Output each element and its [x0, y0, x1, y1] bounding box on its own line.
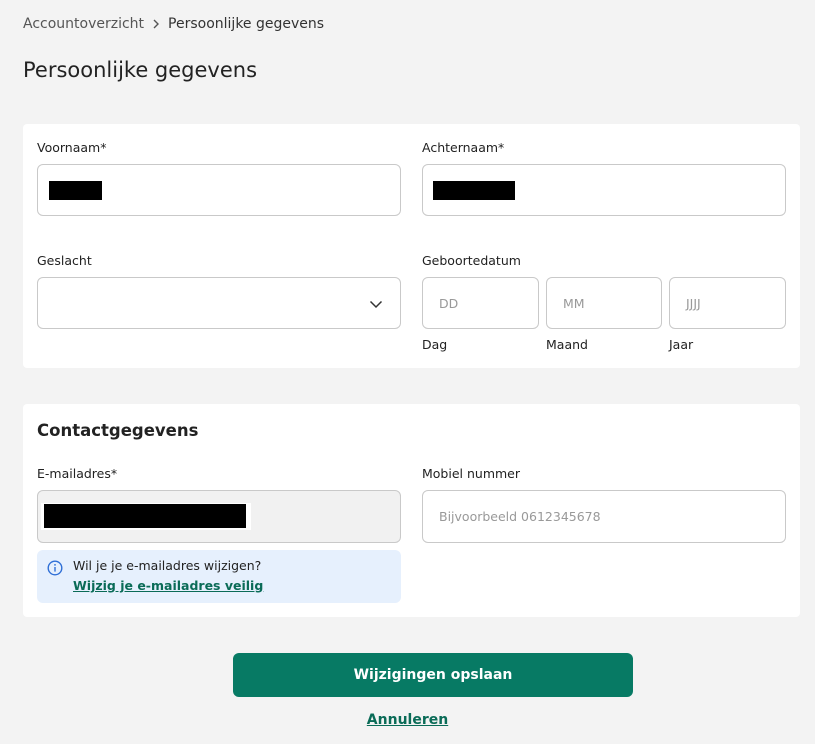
first-name-label: Voornaam* — [37, 140, 107, 155]
contact-section-title: Contactgegevens — [37, 421, 199, 440]
breadcrumb: Accountoverzicht Persoonlijke gegevens — [23, 14, 324, 34]
mobile-placeholder: Bijvoorbeeld 0612345678 — [439, 509, 601, 524]
chevron-right-icon — [146, 14, 166, 34]
birthdate-year-input[interactable]: JJJJ — [669, 277, 786, 329]
day-label: Dag — [422, 337, 448, 352]
first-name-input[interactable] — [37, 164, 401, 216]
birthdate-label: Geboortedatum — [422, 253, 521, 268]
email-change-info: Wil je je e-mailadres wijzigen? Wijzig j… — [37, 550, 401, 603]
cancel-link[interactable]: Annuleren — [0, 712, 815, 728]
personal-details-card: Voornaam* Achternaam* Geslacht Geboorted… — [23, 124, 800, 368]
redacted-last-name — [433, 181, 515, 200]
redacted-email — [44, 504, 246, 528]
chevron-down-icon — [369, 297, 383, 311]
gender-select[interactable] — [37, 277, 401, 329]
gender-label: Geslacht — [37, 253, 92, 268]
last-name-label: Achternaam* — [422, 140, 505, 155]
birthdate-day-input[interactable]: DD — [422, 277, 539, 329]
info-text: Wil je je e-mailadres wijzigen? — [73, 558, 262, 573]
breadcrumb-current: Persoonlijke gegevens — [168, 16, 325, 32]
breadcrumb-account-overview-link[interactable]: Accountoverzicht — [23, 16, 144, 32]
birthdate-month-input[interactable]: MM — [546, 277, 662, 329]
month-label: Maand — [546, 337, 588, 352]
day-placeholder: DD — [439, 295, 459, 311]
year-placeholder: JJJJ — [686, 295, 701, 311]
mobile-label: Mobiel nummer — [422, 466, 521, 481]
info-icon — [47, 560, 63, 576]
change-email-link[interactable]: Wijzig je e-mailadres veilig — [73, 578, 263, 593]
email-input[interactable] — [37, 490, 401, 543]
page-title: Persoonlijke gegevens — [23, 58, 258, 82]
contact-details-card: Contactgegevens E-mailadres* Mobiel numm… — [23, 404, 800, 617]
month-placeholder: MM — [563, 295, 585, 311]
redacted-first-name — [49, 181, 102, 200]
email-label: E-mailadres* — [37, 466, 118, 481]
save-changes-button[interactable]: Wijzigingen opslaan — [233, 653, 633, 697]
mobile-input[interactable]: Bijvoorbeeld 0612345678 — [422, 490, 786, 543]
last-name-input[interactable] — [422, 164, 786, 216]
year-label: Jaar — [669, 337, 694, 352]
